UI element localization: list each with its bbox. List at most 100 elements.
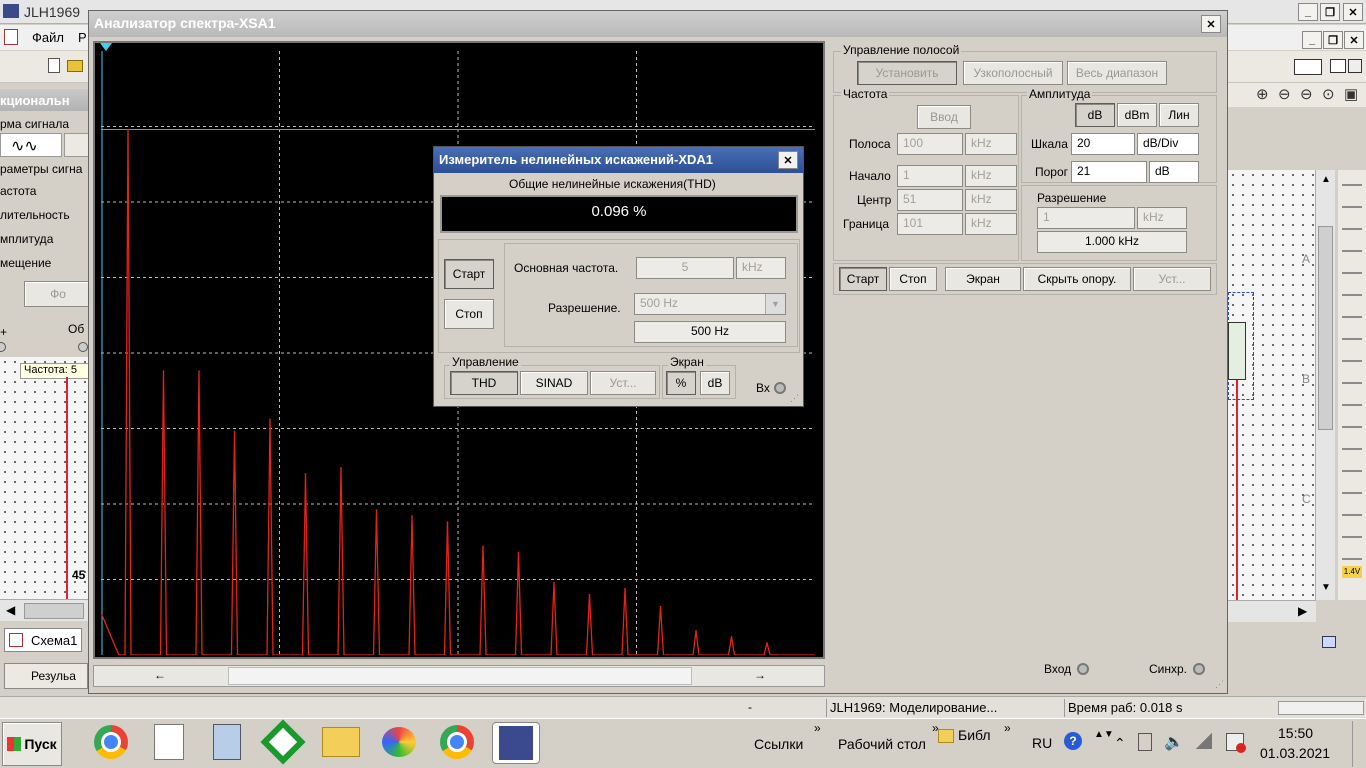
tray-arrow-icon[interactable]: ▲▼: [1094, 729, 1114, 740]
folder-icon[interactable]: [318, 722, 364, 762]
dm-percent-button[interactable]: %: [666, 371, 696, 395]
vscroll-up-icon[interactable]: ▲: [1321, 174, 1331, 185]
freq-center-unit[interactable]: kHz: [965, 189, 1017, 211]
right-vscroll[interactable]: ▲ ▼: [1315, 170, 1335, 600]
show-desktop-button[interactable]: [1352, 721, 1364, 767]
dm-close-icon[interactable]: ✕: [778, 151, 798, 169]
child-restore-icon[interactable]: ❐: [1323, 31, 1343, 49]
sa-scroll-right-icon[interactable]: →: [754, 668, 766, 682]
right-hscroll[interactable]: ▶: [1228, 600, 1316, 622]
sa-resize-grip-icon[interactable]: ⋰: [1215, 679, 1224, 690]
help-icon[interactable]: ?: [1064, 732, 1082, 750]
taskbar-lang[interactable]: RU: [1032, 735, 1052, 751]
dm-settings-button[interactable]: Уст...: [590, 371, 656, 395]
dm-db-button[interactable]: dB: [700, 371, 730, 395]
sine-wave-button[interactable]: ∿∿: [0, 133, 62, 157]
sa-input-terminal[interactable]: [1077, 663, 1089, 675]
left-scroll-arrow-icon[interactable]: ◀: [6, 603, 15, 617]
window-icon[interactable]: [1330, 59, 1346, 73]
restore-icon[interactable]: ❐: [1320, 3, 1340, 21]
left-scroll-thumb[interactable]: [24, 603, 84, 619]
freq-enter-button[interactable]: Ввод: [917, 105, 971, 129]
taskbar-library[interactable]: Библ: [958, 727, 991, 743]
sa-stop-button[interactable]: Стоп: [889, 267, 937, 291]
sa-close-icon[interactable]: ✕: [1201, 15, 1221, 33]
amp-scale-unit[interactable]: dB/Div: [1137, 133, 1199, 155]
fg-terminal-common[interactable]: [78, 342, 88, 352]
dm-thd-button[interactable]: THD: [450, 371, 518, 395]
sa-hide-ref-button[interactable]: Скрыть опору.: [1023, 267, 1131, 291]
new-file-icon[interactable]: [48, 58, 60, 73]
cursor-marker-icon[interactable]: [100, 43, 112, 51]
band-full-button[interactable]: Весь диапазон: [1067, 61, 1167, 85]
sa-start-button[interactable]: Старт: [839, 267, 887, 291]
dm-resize-grip-icon[interactable]: ⋰: [790, 393, 799, 404]
amp-db-button[interactable]: dB: [1075, 103, 1115, 127]
schematic-left[interactable]: Частота: 5 45: [0, 357, 90, 599]
paint-icon[interactable]: [376, 722, 422, 762]
sa-settings-button[interactable]: Уст...: [1133, 267, 1211, 291]
dm-stop-button[interactable]: Стоп: [444, 299, 494, 329]
menu-partial[interactable]: Р: [78, 30, 87, 45]
result-tab[interactable]: Резульа: [4, 663, 88, 689]
device-icon[interactable]: [1138, 733, 1152, 751]
sa-scroll-left-icon[interactable]: ←: [154, 668, 166, 682]
child-minimize-icon[interactable]: _: [1302, 31, 1322, 49]
sa-sync-terminal[interactable]: [1193, 663, 1205, 675]
zoom-area-icon[interactable]: ⊖: [1300, 85, 1313, 103]
network-icon[interactable]: [1322, 636, 1336, 648]
instrument-icons[interactable]: [1342, 176, 1362, 580]
menu-file[interactable]: Файл: [32, 30, 64, 45]
freq-end-field[interactable]: 101: [897, 213, 963, 235]
open-folder-icon[interactable]: [67, 60, 83, 72]
freq-end-unit[interactable]: kHz: [965, 213, 1017, 235]
dm-sinad-button[interactable]: SINAD: [520, 371, 588, 395]
freq-band-field[interactable]: 100: [897, 133, 963, 155]
dm-resolution-select[interactable]: 500 Hz ▼: [634, 293, 786, 315]
close-icon[interactable]: ✕: [1343, 3, 1363, 21]
chrome-icon[interactable]: [88, 722, 134, 762]
right-scroll-arrow-icon[interactable]: ▶: [1298, 604, 1307, 618]
dm-fund-freq-unit[interactable]: kHz: [736, 257, 786, 279]
dm-input-terminal[interactable]: [774, 382, 786, 394]
calculator-icon[interactable]: [204, 722, 250, 762]
sa-scroll-track[interactable]: [228, 667, 692, 685]
clock-date[interactable]: 01.03.2021: [1260, 745, 1330, 761]
sa-hscroll[interactable]: ← →: [93, 665, 825, 687]
freq-band-unit[interactable]: kHz: [965, 133, 1017, 155]
amp-threshold-unit[interactable]: dB: [1149, 161, 1199, 183]
app-green-icon[interactable]: [260, 719, 306, 765]
zoom-in-icon[interactable]: ⊕: [1256, 85, 1269, 103]
links-chevron-icon[interactable]: »: [814, 721, 821, 735]
notepad-icon[interactable]: [146, 722, 192, 762]
minimize-icon[interactable]: _: [1298, 3, 1318, 21]
component-body[interactable]: [1228, 322, 1246, 380]
freq-center-field[interactable]: 51: [897, 189, 963, 211]
start-button[interactable]: Пуск: [2, 722, 62, 766]
left-hscroll[interactable]: ◀: [0, 599, 90, 621]
dm-fund-freq-field[interactable]: 5: [636, 257, 734, 279]
fg-set-rise-button[interactable]: Фо: [24, 281, 92, 307]
signal-icon[interactable]: [1196, 733, 1212, 749]
zoom-out-icon[interactable]: ⊖: [1278, 85, 1291, 103]
fg-terminal-plus[interactable]: [0, 342, 6, 352]
vscroll-down-icon[interactable]: ▼: [1321, 582, 1331, 593]
zoom-full-icon[interactable]: ▣: [1344, 85, 1358, 103]
tray-expand-icon[interactable]: ⌃: [1114, 735, 1126, 752]
amp-scale-input[interactable]: 20: [1071, 133, 1135, 155]
freq-start-unit[interactable]: kHz: [965, 165, 1017, 187]
camera-icon[interactable]: [1294, 59, 1322, 75]
child-close-icon[interactable]: ✕: [1344, 31, 1364, 49]
chrome-2-icon[interactable]: [434, 722, 480, 762]
sa-screen-button[interactable]: Экран: [945, 267, 1021, 291]
resolution-field[interactable]: 1: [1037, 207, 1135, 229]
zoom-fit-icon[interactable]: ⊙: [1322, 85, 1335, 103]
chevron-down-icon[interactable]: ▼: [765, 294, 785, 314]
vscroll-thumb[interactable]: [1318, 226, 1333, 430]
amp-lin-button[interactable]: Лин: [1159, 103, 1199, 127]
taskbar-desktop[interactable]: Рабочий стол: [838, 736, 926, 752]
amp-threshold-input[interactable]: 21: [1071, 161, 1147, 183]
band-set-button[interactable]: Установить: [857, 61, 957, 85]
schematic-right[interactable]: A B C: [1228, 170, 1315, 600]
clock-time[interactable]: 15:50: [1278, 725, 1313, 741]
